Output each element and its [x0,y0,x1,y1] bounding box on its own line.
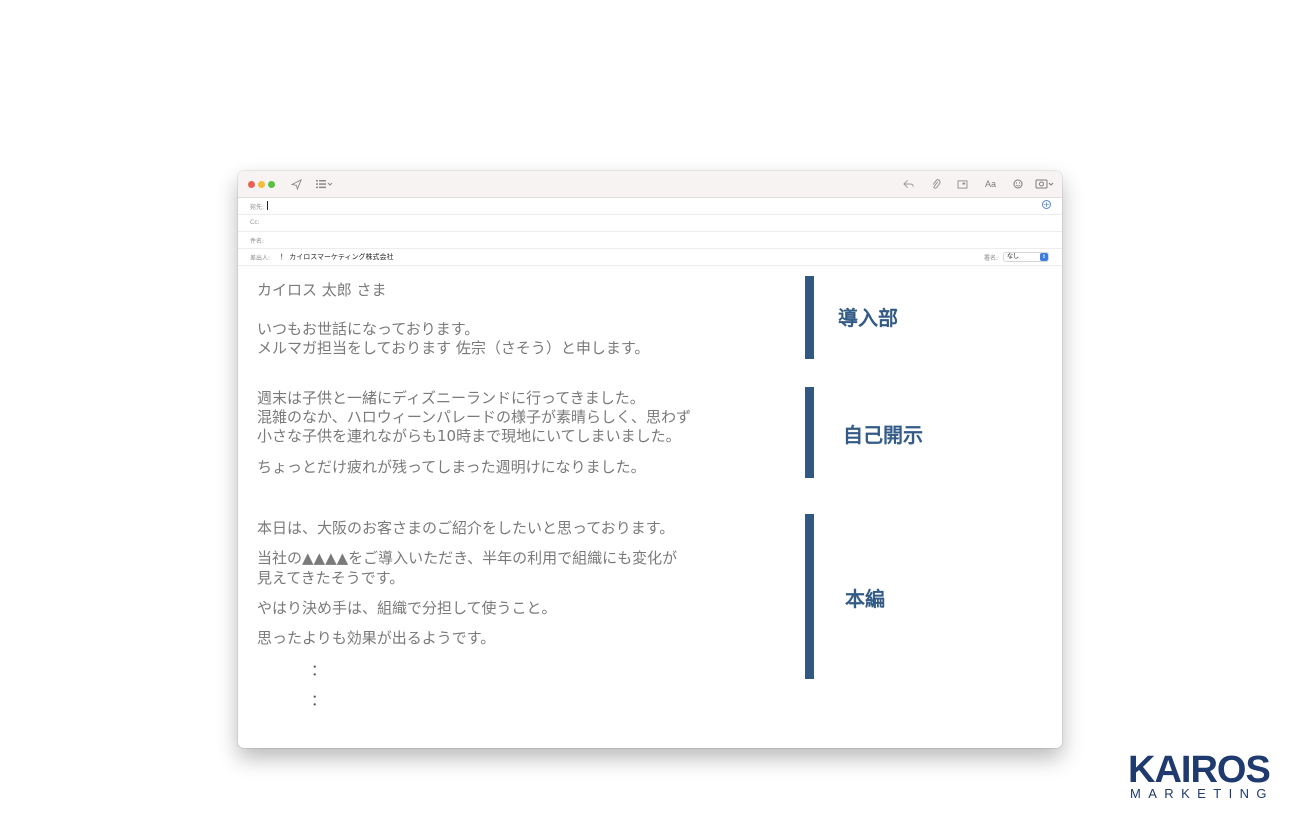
zoom-window-button[interactable] [268,181,275,188]
emoji-icon[interactable] [1013,177,1023,191]
attachment-icon[interactable] [931,177,941,191]
kairos-marketing-logo: KAIROS MARKETING [1128,750,1278,804]
cc-field-row[interactable]: Cc: [238,215,1062,232]
header-panel-icon[interactable] [957,177,968,191]
photo-browser-icon[interactable] [1035,177,1055,191]
body-line: 見えてきたそうです。 [257,569,405,587]
text-cursor [267,201,268,210]
titlebar: Aa [238,171,1062,198]
header-fields-menu-icon[interactable] [315,177,333,191]
select-arrows-icon: ⇕ [1040,253,1048,261]
body-line: 当社の▲▲▲▲をご導入いただき、半年の利用で組織にも変化が [257,549,678,567]
send-icon[interactable] [291,177,302,191]
subject-label: 件名: [250,238,265,245]
body-line: ちょっとだけ疲れが残ってしまった週明けになりました。 [257,458,646,476]
body-line: 思ったよりも効果が出るようです。 [257,629,496,647]
signature-select[interactable]: なし ⇕ [1003,252,1049,262]
add-contact-icon[interactable]: + [1042,200,1051,209]
to-label: 宛先: [250,204,265,211]
greeting-line: カイロス 太郎 さま [257,281,387,299]
subject-field-row[interactable]: 件名: [238,232,1062,249]
main-section-bar [805,514,814,679]
from-label: 差出人: [250,255,271,262]
body-line: メルマガ担当をしております 佐宗（さそう）と申します。 [257,339,650,357]
body-line: いつもお世話になっております。 [257,320,480,338]
from-field-row: 差出人: ！ カイロスマーケティング株式会社 署名: なし ⇕ [238,249,1062,266]
intro-section-label: 導入部 [838,306,898,330]
body-line: 小さな子供を連れながらも10時まで現地にいてしまいました。 [257,427,681,445]
close-window-button[interactable] [248,181,255,188]
signature-label: 署名: [984,255,999,262]
ellipsis-mark: ： [311,691,327,709]
from-value[interactable]: ！ カイロスマーケティング株式会社 [280,252,393,262]
main-section-label: 本編 [845,587,885,611]
self-disclosure-section-bar [805,387,814,478]
body-line: やはり決め手は、組織で分担して使うこと。 [257,599,557,617]
cc-label: Cc: [250,219,260,226]
signature-value: なし [1007,253,1020,260]
body-line: 週末は子供と一緒にディズニーランドに行ってきました。 [257,389,645,407]
self-disclosure-section-label: 自己開示 [843,423,923,447]
reply-icon[interactable] [903,177,914,191]
format-button[interactable]: Aa [985,177,996,191]
logo-tagline: MARKETING [1130,786,1274,801]
body-line: 混雑のなか、ハロウィーンパレードの様子が素晴らしく、思わず [257,408,691,426]
intro-section-bar [805,276,814,359]
minimize-window-button[interactable] [258,181,265,188]
logo-name: KAIROS [1128,749,1271,791]
ellipsis-mark: ： [311,661,327,679]
to-field-row[interactable]: 宛先: + [238,198,1062,215]
body-line: 本日は、大阪のお客さまのご紹介をしたいと思っております。 [257,519,675,537]
